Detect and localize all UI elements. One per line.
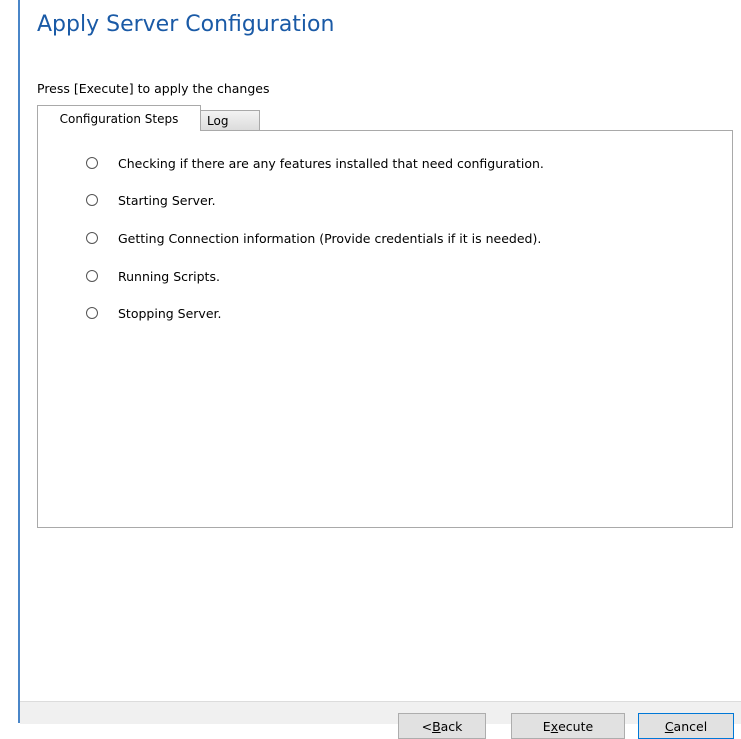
cancel-button[interactable]: Cancel xyxy=(638,713,734,739)
tab-label: Configuration Steps xyxy=(59,111,179,126)
step-status-radio-icon xyxy=(86,157,98,169)
execute-button[interactable]: Ex ecute xyxy=(511,713,625,739)
page-title: Apply Server Configuration xyxy=(37,12,335,37)
step-status-radio-icon xyxy=(86,307,98,319)
configuration-steps-panel: Checking if there are any features insta… xyxy=(37,130,733,528)
step-item: Running Scripts. xyxy=(86,266,220,286)
step-item: Checking if there are any features insta… xyxy=(86,153,544,173)
window-left-border xyxy=(0,0,20,723)
tab-label: Log xyxy=(207,113,229,128)
execute-label-pre: E xyxy=(542,718,551,734)
execute-accelerator: x xyxy=(550,718,559,734)
step-label: Getting Connection information (Provide … xyxy=(118,230,542,246)
cancel-label-post: ancel xyxy=(673,718,708,734)
cancel-accelerator: C xyxy=(664,718,674,734)
step-label: Stopping Server. xyxy=(118,305,222,321)
back-accelerator: B xyxy=(432,718,441,734)
back-label-post: ack xyxy=(440,718,463,734)
button-bar xyxy=(20,701,741,724)
step-status-radio-icon xyxy=(86,232,98,244)
step-status-radio-icon xyxy=(86,270,98,282)
step-status-radio-icon xyxy=(86,194,98,206)
instruction-text: Press [Execute] to apply the changes xyxy=(37,81,270,96)
execute-label-post: ecute xyxy=(558,718,594,734)
back-button[interactable]: < Back xyxy=(398,713,486,739)
back-label-pre: < xyxy=(421,718,433,734)
step-label: Starting Server. xyxy=(118,192,216,208)
step-item: Starting Server. xyxy=(86,190,216,210)
step-label: Running Scripts. xyxy=(118,268,220,284)
step-item: Getting Connection information (Provide … xyxy=(86,228,541,248)
step-item: Stopping Server. xyxy=(86,303,221,323)
tab-log[interactable]: Log xyxy=(200,110,260,130)
tab-configuration-steps[interactable]: Configuration Steps xyxy=(37,105,201,131)
step-label: Checking if there are any features insta… xyxy=(118,155,544,171)
